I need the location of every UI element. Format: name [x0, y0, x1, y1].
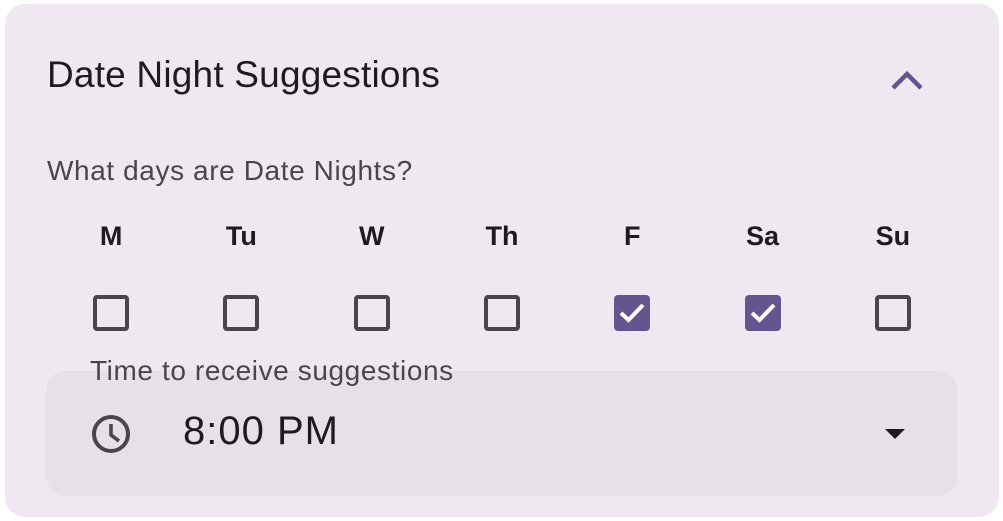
day-checkbox-friday[interactable] — [614, 295, 651, 331]
days-question: What days are Date Nights? — [47, 155, 413, 186]
date-night-card: Date Night Suggestions What days are Dat… — [5, 4, 999, 517]
day-checkbox-tuesday[interactable] — [223, 295, 260, 331]
day-checkbox-saturday[interactable] — [744, 295, 781, 331]
day-selector: M Tu W Th F Sa Su — [46, 214, 958, 331]
day-sunday: Su — [828, 214, 958, 331]
time-value: 8:00 PM — [183, 409, 339, 453]
day-label: W — [358, 221, 385, 251]
day-monday: M — [46, 214, 176, 331]
day-checkbox-wednesday[interactable] — [353, 295, 390, 331]
day-label: F — [624, 221, 641, 251]
day-thursday: Th — [437, 214, 567, 331]
day-checkbox-thursday[interactable] — [483, 295, 520, 331]
check-icon — [619, 303, 645, 323]
day-checkbox-monday[interactable] — [93, 295, 130, 331]
check-icon — [750, 303, 775, 323]
day-wednesday: W — [307, 214, 437, 331]
clock-icon — [92, 415, 130, 453]
day-label: M — [99, 221, 123, 251]
day-checkbox-sunday[interactable] — [874, 295, 911, 331]
card-title: Date Night Suggestions — [47, 54, 441, 95]
day-friday: F — [567, 214, 697, 331]
day-label: Su — [875, 221, 911, 251]
chevron-up-icon — [891, 70, 923, 90]
collapse-button[interactable] — [879, 52, 935, 108]
day-label: Sa — [746, 221, 780, 251]
time-dropdown[interactable]: 8:00 PM — [46, 371, 958, 496]
day-saturday: Sa — [697, 214, 827, 331]
dropdown-arrow-icon — [885, 429, 905, 439]
day-tuesday: Tu — [176, 214, 306, 331]
time-field-label: Time to receive suggestions — [90, 355, 454, 386]
day-label: Th — [485, 221, 519, 251]
day-label: Tu — [225, 221, 257, 251]
